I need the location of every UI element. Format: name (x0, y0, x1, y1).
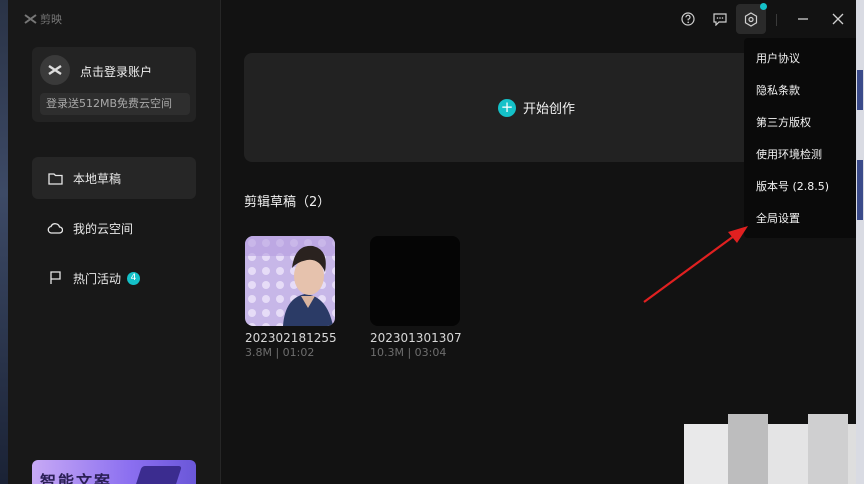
login-promo-text: 登录送512MB免费云空间 (40, 93, 190, 115)
notification-badge: 4 (127, 271, 141, 285)
plus-icon: + (498, 98, 516, 117)
menu-item-global-settings[interactable]: 全局设置 (756, 210, 800, 226)
nav-label: 本地草稿 (73, 171, 122, 186)
nav-hot-events[interactable]: 热门活动 4 (32, 257, 196, 299)
menu-item-version[interactable]: 版本号 (2.8.5) (756, 178, 829, 194)
minimize-icon[interactable] (794, 10, 812, 28)
nav-cloud-space[interactable]: 我的云空间 (32, 207, 196, 249)
draft-thumbnail[interactable] (245, 236, 335, 326)
desktop-background-right (856, 0, 864, 484)
draft-name: 202301301307 (370, 331, 462, 345)
promo-text: 智能文案 (40, 472, 113, 484)
promo-banner[interactable]: 智能文案 (32, 460, 196, 484)
update-dot (760, 3, 767, 10)
desktop-background-left (0, 0, 8, 484)
start-creation-button[interactable]: + 开始创作 (244, 53, 764, 162)
blurred-overlay (684, 414, 856, 484)
login-card[interactable]: 点击登录账户 登录送512MB免费云空间 (32, 47, 196, 122)
login-title[interactable]: 点击登录账户 (80, 63, 152, 80)
menu-item-third-party-copyright[interactable]: 第三方版权 (756, 114, 811, 130)
folder-icon (47, 170, 63, 186)
feedback-icon[interactable] (711, 10, 729, 28)
help-icon[interactable] (679, 10, 697, 28)
menu-item-user-agreement[interactable]: 用户协议 (756, 50, 800, 66)
draft-meta: 10.3M | 03:04 (370, 346, 447, 359)
menu-item-environment-check[interactable]: 使用环境检测 (756, 146, 822, 162)
drafts-title: 剪辑草稿（2） (244, 195, 331, 210)
app-window: 剪映 点击登录账户 登录送512MB免费云空间 本地草稿 我的云空间 热门活动 … (8, 0, 856, 484)
draft-card[interactable]: 202301301307 10.3M | 03:04 (370, 236, 462, 359)
draft-meta: 3.8M | 01:02 (245, 346, 315, 359)
app-logo: 剪映 (24, 11, 62, 27)
close-icon[interactable] (829, 10, 847, 28)
settings-dropdown-menu: 用户协议 隐私条款 第三方版权 使用环境检测 版本号 (2.8.5) 全局设置 (744, 38, 856, 238)
draft-name: 202302181255 (245, 331, 337, 345)
menu-item-privacy-policy[interactable]: 隐私条款 (756, 82, 800, 98)
draft-card[interactable]: 202302181255 3.8M | 01:02 (245, 236, 337, 359)
flag-icon (47, 270, 63, 286)
nav-label: 我的云空间 (73, 221, 134, 236)
start-creation-label: 开始创作 (523, 102, 576, 117)
nav-local-drafts[interactable]: 本地草稿 (32, 157, 196, 199)
capcut-logo-icon (24, 14, 37, 24)
app-name: 剪映 (40, 13, 62, 26)
settings-icon (744, 11, 758, 27)
avatar[interactable] (40, 55, 70, 85)
promo-graphic (134, 466, 182, 484)
sidebar: 剪映 点击登录账户 登录送512MB免费云空间 本地草稿 我的云空间 热门活动 … (8, 0, 221, 484)
draft-thumbnail[interactable] (370, 236, 460, 326)
nav-label: 热门活动 (73, 271, 122, 286)
capcut-avatar-icon (48, 65, 62, 75)
toolbar-divider (776, 14, 777, 26)
cloud-icon (47, 220, 63, 236)
